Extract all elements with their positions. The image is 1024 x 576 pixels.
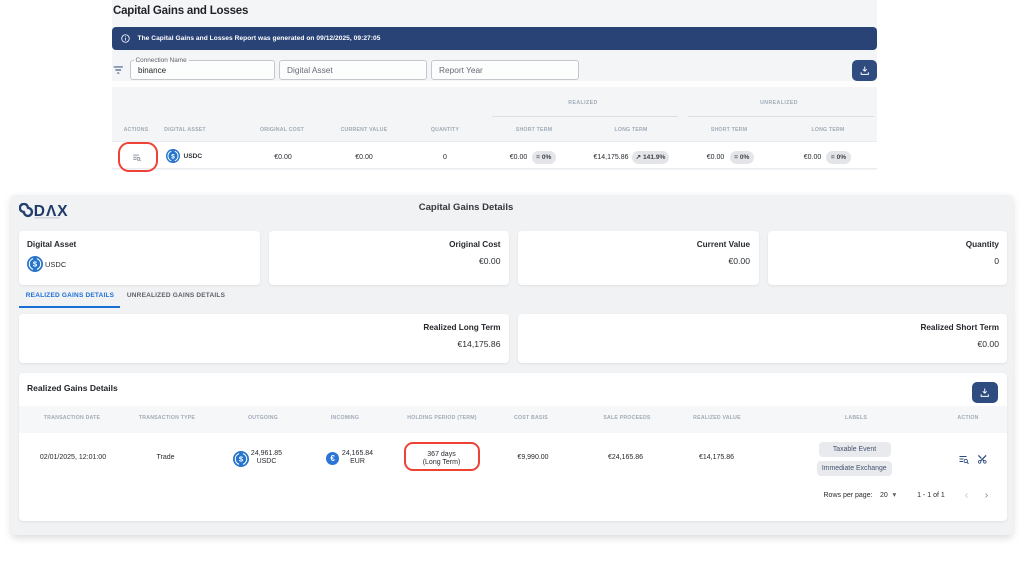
svg-text:€: € (330, 454, 335, 463)
svg-text:$: $ (171, 153, 175, 160)
svg-text:DΛX: DΛX (33, 203, 68, 220)
